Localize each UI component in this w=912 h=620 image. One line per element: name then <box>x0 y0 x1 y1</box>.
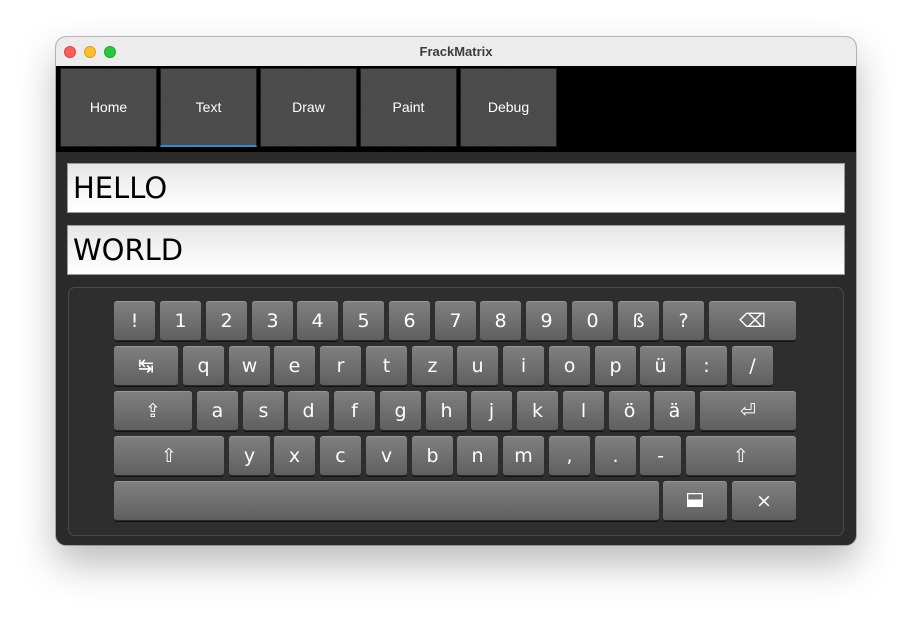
shift-icon: ⇧ <box>733 444 749 467</box>
text-line-1-input[interactable]: HELLO <box>67 163 845 213</box>
key[interactable]: 7 <box>435 301 476 341</box>
key[interactable]: b <box>412 436 453 476</box>
key[interactable]: f <box>334 391 375 431</box>
key[interactable]: ß <box>618 301 659 341</box>
tab-bar: Home Text Draw Paint Debug <box>56 66 856 152</box>
key[interactable]: ä <box>654 391 695 431</box>
tab-key[interactable]: ↹ <box>114 346 178 386</box>
key[interactable]: r <box>320 346 361 386</box>
key[interactable]: y <box>229 436 270 476</box>
key[interactable]: - <box>640 436 681 476</box>
shift-icon: ⇧ <box>161 444 177 467</box>
hide-keyboard-key[interactable] <box>663 481 727 521</box>
key[interactable]: n <box>457 436 498 476</box>
key[interactable]: ? <box>663 301 704 341</box>
key[interactable]: 4 <box>297 301 338 341</box>
tab-paint[interactable]: Paint <box>360 68 457 147</box>
key[interactable]: 0 <box>572 301 613 341</box>
backspace-key[interactable]: ⌫ <box>709 301 796 341</box>
close-icon: × <box>756 489 772 512</box>
key[interactable]: m <box>503 436 544 476</box>
key[interactable]: x <box>274 436 315 476</box>
key[interactable]: c <box>320 436 361 476</box>
key[interactable]: . <box>595 436 636 476</box>
caps-lock-icon: ⇪ <box>145 399 161 422</box>
text-panel: HELLO WORLD ! 1 2 3 4 5 6 7 8 9 0 ß ? ⌫ … <box>56 152 856 545</box>
backspace-icon: ⌫ <box>739 309 766 332</box>
key[interactable]: o <box>549 346 590 386</box>
key[interactable]: 6 <box>389 301 430 341</box>
key[interactable]: d <box>288 391 329 431</box>
app-window: FrackMatrix Home Text Draw Paint Debug H… <box>56 37 856 545</box>
close-keyboard-key[interactable]: × <box>732 481 796 521</box>
key[interactable]: 1 <box>160 301 201 341</box>
key[interactable]: q <box>183 346 224 386</box>
tab-text[interactable]: Text <box>160 68 257 147</box>
tab-home[interactable]: Home <box>60 68 157 147</box>
key[interactable]: 5 <box>343 301 384 341</box>
key[interactable]: t <box>366 346 407 386</box>
key[interactable]: p <box>595 346 636 386</box>
key[interactable]: : <box>686 346 727 386</box>
key[interactable]: u <box>457 346 498 386</box>
keyboard-hide-icon <box>686 490 704 512</box>
title-bar: FrackMatrix <box>56 37 856 67</box>
right-shift-key[interactable]: ⇧ <box>686 436 796 476</box>
key[interactable]: j <box>471 391 512 431</box>
key[interactable]: k <box>517 391 558 431</box>
left-shift-key[interactable]: ⇧ <box>114 436 224 476</box>
key[interactable]: 2 <box>206 301 247 341</box>
key[interactable]: ! <box>114 301 155 341</box>
key[interactable]: s <box>243 391 284 431</box>
key[interactable]: / <box>732 346 773 386</box>
key[interactable]: 9 <box>526 301 567 341</box>
enter-icon: ⏎ <box>740 399 756 422</box>
key[interactable]: i <box>503 346 544 386</box>
tab-draw[interactable]: Draw <box>260 68 357 147</box>
keyboard-hide-icon-svg <box>686 492 704 507</box>
space-key[interactable] <box>114 481 659 521</box>
key[interactable]: v <box>366 436 407 476</box>
key[interactable]: 3 <box>252 301 293 341</box>
tab-icon: ↹ <box>138 354 154 377</box>
enter-key[interactable]: ⏎ <box>700 391 796 431</box>
on-screen-keyboard: ! 1 2 3 4 5 6 7 8 9 0 ß ? ⌫ ↹ q w e r t <box>68 287 844 536</box>
key[interactable]: z <box>412 346 453 386</box>
window-title: FrackMatrix <box>419 44 493 59</box>
key[interactable]: , <box>549 436 590 476</box>
key[interactable]: ö <box>609 391 650 431</box>
text-line-2-input[interactable]: WORLD <box>67 225 845 275</box>
key[interactable]: g <box>380 391 421 431</box>
caps-lock-key[interactable]: ⇪ <box>114 391 192 431</box>
key[interactable]: 8 <box>480 301 521 341</box>
key[interactable]: l <box>563 391 604 431</box>
key[interactable]: e <box>274 346 315 386</box>
key[interactable]: w <box>229 346 270 386</box>
key[interactable]: a <box>197 391 238 431</box>
key[interactable]: ü <box>640 346 681 386</box>
key[interactable]: h <box>426 391 467 431</box>
tab-debug[interactable]: Debug <box>460 68 557 147</box>
